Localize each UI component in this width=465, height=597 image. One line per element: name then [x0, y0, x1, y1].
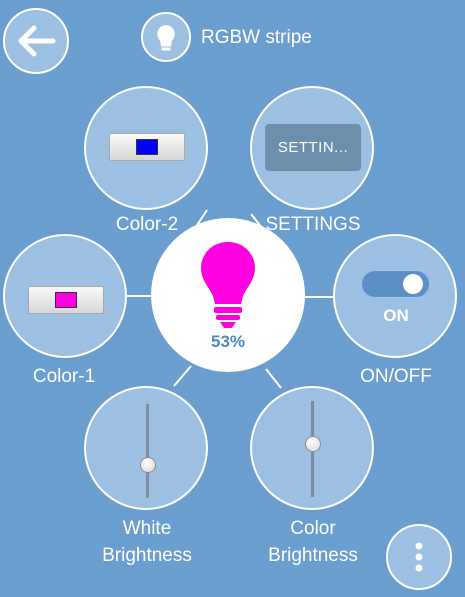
color1-circle[interactable]	[3, 234, 127, 358]
lightbulb-icon	[201, 242, 255, 328]
white-brightness-slider-track[interactable]	[146, 404, 149, 498]
white-brightness-slider-knob[interactable]	[140, 457, 156, 474]
device-icon-button	[141, 12, 191, 62]
device-title: RGBW stripe	[201, 27, 312, 48]
more-vertical-icon	[415, 542, 423, 572]
connector-white-brightness	[173, 365, 192, 387]
white-brightness-label-line1: White	[122, 518, 172, 539]
onoff-label: ON/OFF	[360, 366, 432, 387]
arrow-left-icon	[18, 25, 56, 57]
color1-picker-button[interactable]	[28, 286, 104, 314]
lightbulb-icon	[157, 25, 175, 51]
color2-circle[interactable]	[84, 86, 208, 210]
back-button[interactable]	[3, 8, 69, 74]
color1-swatch	[55, 292, 77, 308]
color1-label: Color-1	[32, 366, 96, 387]
onoff-state: ON	[383, 306, 409, 325]
onoff-toggle-knob[interactable]	[403, 274, 423, 294]
brightness-percent: 53%	[210, 332, 246, 351]
more-menu-button[interactable]	[386, 524, 452, 590]
master-brightness-circle[interactable]: 53%	[151, 218, 305, 372]
settings-button[interactable]: SETTIN...	[265, 124, 361, 171]
connector-color-brightness	[265, 368, 282, 389]
white-brightness-label-line2: Brightness	[102, 545, 192, 566]
color2-picker-button[interactable]	[109, 133, 185, 161]
color-brightness-label-line2: Brightness	[268, 545, 358, 566]
color2-swatch	[136, 139, 158, 155]
color-brightness-label-line1: Color	[290, 518, 336, 539]
